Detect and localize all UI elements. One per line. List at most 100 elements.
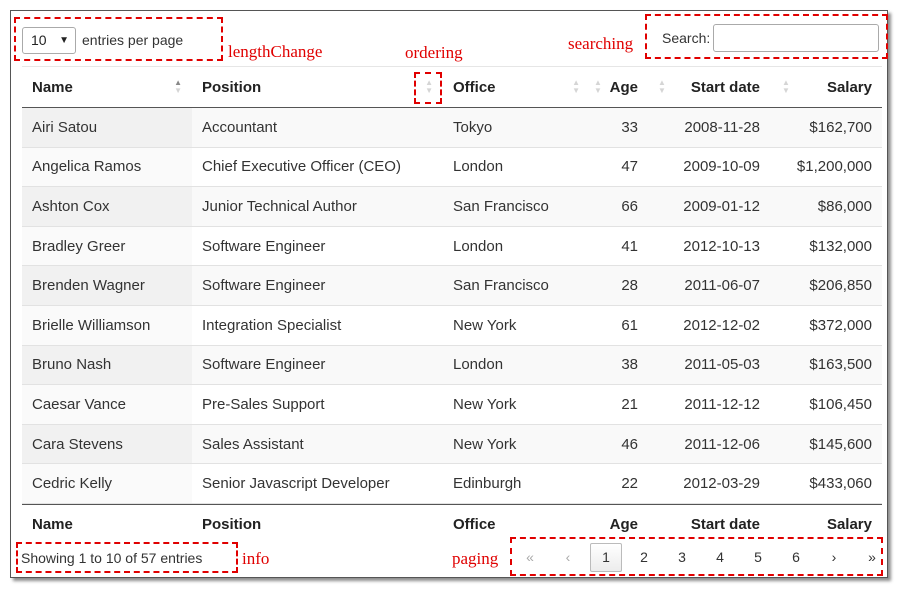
cell-start-date: 2009-01-12: [683, 197, 760, 215]
cell-office: San Francisco: [453, 277, 549, 295]
column-header-age[interactable]: ▲ ▼ Age: [590, 67, 648, 107]
column-footer-name: Name: [32, 516, 73, 534]
table-row: Bruno Nash Software Engineer London 38 2011-…: [22, 345, 882, 386]
cell-start-date: 2011-12-06: [684, 435, 760, 453]
cell-office: New York: [453, 435, 517, 453]
cell-position: Integration Specialist: [202, 316, 342, 334]
annotation-label-info: info: [242, 549, 270, 568]
cell-name: Angelica Ramos: [22, 147, 192, 187]
column-header-name[interactable]: Name ▲ ▼: [22, 67, 192, 107]
cell-position: Junior Technical Author: [202, 197, 357, 215]
cell-office: New York: [453, 316, 517, 334]
annotation-label-ordering: ordering: [405, 43, 463, 62]
cell-name: Cedric Kelly: [22, 464, 192, 503]
table-row: Caesar Vance Pre-Sales Support New York 21 2…: [22, 385, 882, 425]
cell-age: 33: [621, 118, 638, 136]
annotation-box-searching: [645, 14, 888, 59]
cell-salary: $106,450: [809, 395, 872, 413]
cell-salary: $162,700: [809, 118, 872, 136]
cell-position: Senior Javascript Developer: [202, 475, 390, 493]
cell-salary: $433,060: [809, 475, 872, 493]
cell-position: Chief Executive Officer (CEO): [202, 158, 401, 176]
cell-position: Software Engineer: [202, 237, 326, 255]
cell-age: 38: [621, 356, 638, 374]
cell-position: Accountant: [202, 118, 278, 136]
cell-salary: $86,000: [817, 197, 872, 215]
cell-start-date: 2012-03-29: [683, 475, 760, 493]
cell-office: Tokyo: [453, 118, 493, 136]
table-row: Bradley Greer Software Engineer London 41 20…: [22, 226, 882, 267]
cell-position: Sales Assistant: [202, 435, 304, 453]
cell-office: San Francisco: [453, 197, 549, 215]
sort-icon: ▲ ▼: [658, 78, 666, 95]
table-row: Brielle Williamson Integration Specialist…: [22, 305, 882, 346]
cell-age: 46: [621, 435, 638, 453]
cell-name: Brielle Williamson: [22, 305, 192, 345]
table-row: Airi Satou Accountant Tokyo 33 2008-11-28 $16…: [22, 108, 882, 148]
annotation-label-length-change: lengthChange: [228, 42, 323, 61]
cell-name: Ashton Cox: [22, 187, 192, 226]
annotation-label-searching: searching: [568, 34, 634, 53]
cell-name: Cara Stevens: [22, 424, 192, 464]
cell-salary: $1,200,000: [796, 158, 872, 176]
cell-start-date: 2011-06-07: [684, 277, 760, 295]
annotation-box-ordering: [414, 72, 442, 104]
cell-salary: $372,000: [809, 316, 872, 334]
cell-age: 61: [621, 316, 638, 334]
cell-position: Pre-Sales Support: [202, 395, 325, 413]
column-header-label: Start date: [690, 78, 760, 96]
column-header-label: Name: [32, 78, 73, 96]
annotation-box-length-change: [14, 17, 223, 61]
cell-name: Caesar Vance: [22, 385, 192, 424]
annotation-box-info: [16, 542, 238, 573]
cell-age: 22: [621, 475, 638, 493]
cell-start-date: 2009-10-09: [683, 158, 760, 176]
column-header-label: Salary: [826, 78, 872, 96]
cell-age: 21: [621, 395, 638, 413]
cell-age: 28: [621, 277, 638, 295]
cell-start-date: 2012-10-13: [683, 237, 760, 255]
cell-office: London: [453, 237, 504, 255]
table-row: Brenden Wagner Software Engineer San Franc…: [22, 266, 882, 306]
cell-age: 47: [621, 158, 638, 176]
cell-age: 66: [621, 197, 638, 215]
table-row: Cedric Kelly Senior Javascript Developer E…: [22, 464, 882, 504]
table-header-row: Name ▲ ▼ Position ▲ ▼ Office ▲ ▼ ▲ ▼ Age ▲ ▼ …: [22, 66, 882, 108]
cell-name: Bradley Greer: [22, 226, 192, 266]
column-header-label: Age: [609, 78, 638, 96]
cell-name: Brenden Wagner: [22, 266, 192, 305]
cell-start-date: 2008-11-28: [684, 118, 760, 136]
cell-salary: $145,600: [809, 435, 872, 453]
cell-start-date: 2012-12-02: [683, 316, 760, 334]
column-header-start-date[interactable]: ▲ ▼ Start date: [648, 67, 770, 107]
cell-position: Software Engineer: [202, 277, 326, 295]
table-body: Airi Satou Accountant Tokyo 33 2008-11-28 $16…: [22, 108, 882, 504]
sort-icon: ▲ ▼: [782, 78, 790, 95]
annotation-box-paging: [510, 537, 883, 576]
cell-start-date: 2011-05-03: [684, 356, 760, 374]
sort-ascending-icon: ▲ ▼: [174, 78, 182, 95]
column-footer-position: Position: [202, 516, 262, 534]
data-table: Name ▲ ▼ Position ▲ ▼ Office ▲ ▼ ▲ ▼ Age ▲ ▼ …: [22, 66, 882, 545]
sort-icon: ▲ ▼: [572, 78, 580, 95]
cell-salary: $163,500: [809, 356, 872, 374]
cell-office: Edinburgh: [453, 475, 522, 493]
table-row: Cara Stevens Sales Assistant New York 46 201…: [22, 424, 882, 465]
cell-name: Bruno Nash: [22, 345, 192, 385]
column-header-position[interactable]: Position ▲ ▼: [192, 67, 443, 107]
cell-office: London: [453, 356, 504, 374]
column-header-office[interactable]: Office ▲ ▼: [443, 67, 590, 107]
annotation-label-paging: paging: [452, 549, 499, 568]
cell-office: London: [453, 158, 504, 176]
cell-position: Software Engineer: [202, 356, 326, 374]
column-header-salary[interactable]: ▲ ▼ Salary: [770, 67, 882, 107]
cell-start-date: 2011-12-12: [684, 395, 760, 413]
column-header-label: Position: [202, 78, 262, 96]
column-header-label: Office: [453, 78, 496, 96]
cell-office: New York: [453, 395, 517, 413]
cell-age: 41: [621, 237, 638, 255]
cell-salary: $132,000: [809, 237, 872, 255]
cell-name: Airi Satou: [22, 108, 192, 147]
table-row: Ashton Cox Junior Technical Author San Fra…: [22, 187, 882, 227]
sort-icon: ▲ ▼: [594, 78, 602, 95]
